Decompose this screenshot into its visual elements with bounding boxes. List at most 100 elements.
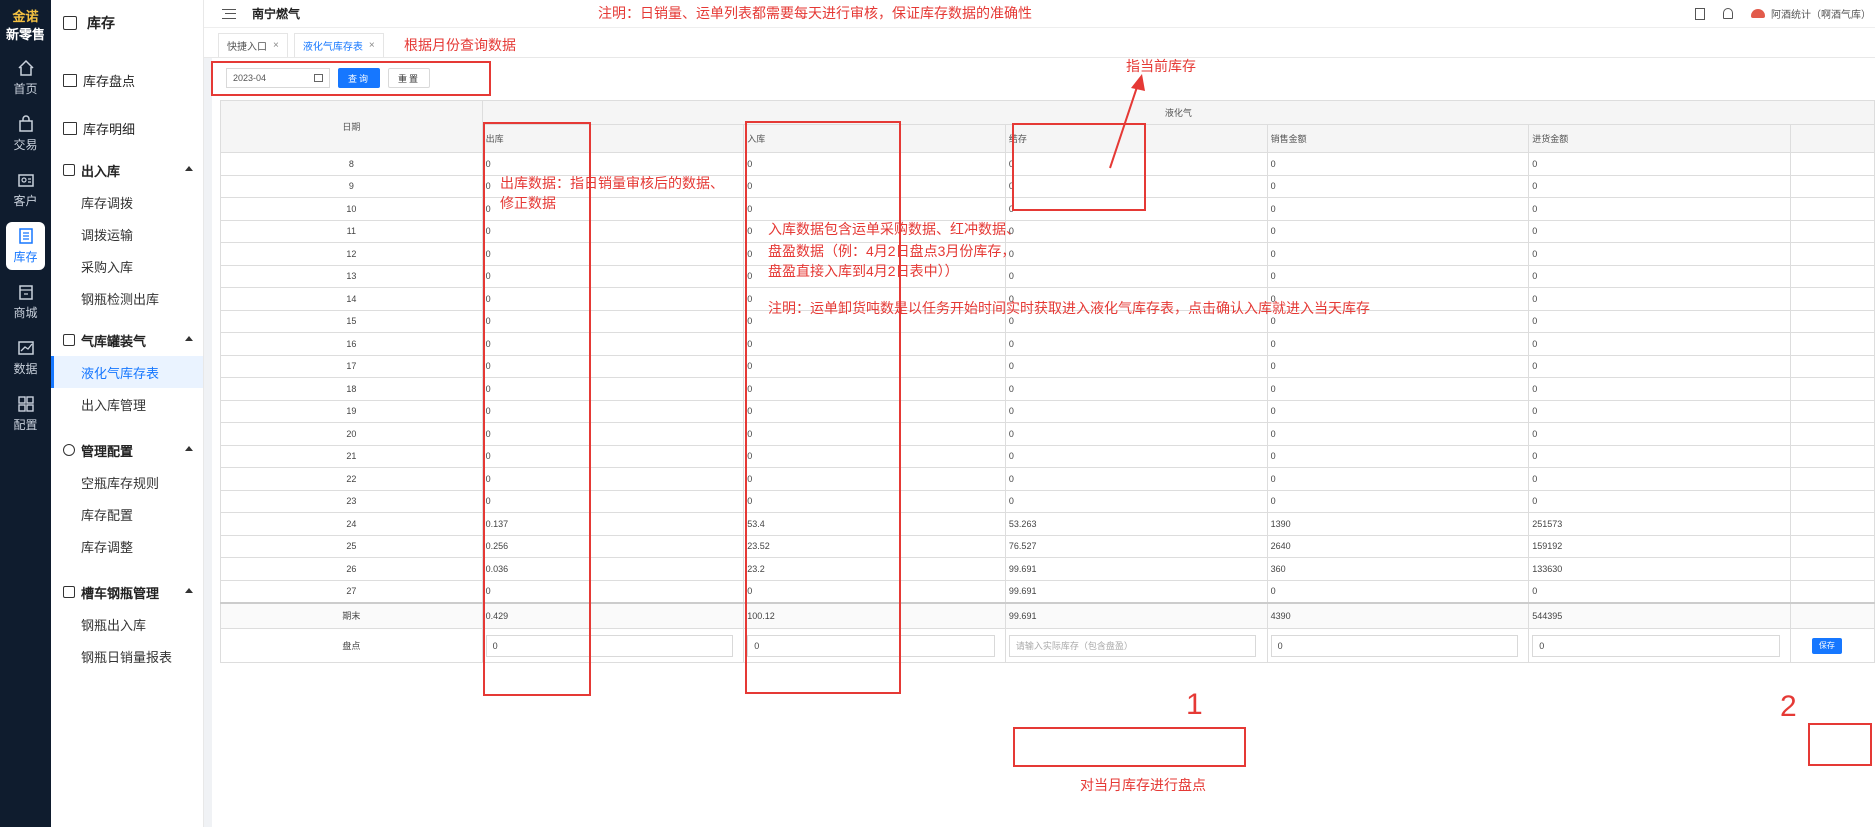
table-cell: 0 xyxy=(1004,489,1268,513)
table-cell: 0 xyxy=(1528,444,1791,468)
annotation-out-note-2: 修正数据 xyxy=(500,195,556,211)
close-icon[interactable]: × xyxy=(369,40,375,51)
table-cell: 0 xyxy=(1004,444,1268,468)
table-cell: 0 xyxy=(1528,332,1791,356)
sidebar-item-cylinder-check-out[interactable]: 钢瓶检测出库 xyxy=(51,282,203,314)
sidebar-item-empty-bottle-rule[interactable]: 空瓶库存规则 xyxy=(51,466,203,498)
table-cell: 0 xyxy=(1004,399,1268,423)
sidebar-title-text: 库存 xyxy=(87,14,115,31)
rail-label: 数据 xyxy=(13,362,38,376)
table-cell xyxy=(1789,422,1875,446)
sidebar-item-in-out-manage[interactable]: 出入库管理 xyxy=(51,388,203,420)
table-cell xyxy=(1789,601,1875,629)
date-cell: 9 xyxy=(220,174,483,198)
column-header: 销售金额 xyxy=(1266,124,1530,153)
stocktake-purchase-input[interactable]: 0 xyxy=(1532,634,1780,657)
tab-lpg-stock[interactable]: 液化气库存表 × xyxy=(293,33,384,57)
lpg-group-header: 液化气 xyxy=(481,100,1875,125)
rail-item-store[interactable]: 商城 xyxy=(0,274,51,330)
group-label: 槽车钢瓶管理 xyxy=(81,585,160,601)
sidebar-item-stock-detail[interactable]: 库存明细 xyxy=(51,108,203,148)
table-cell: 76.527 xyxy=(1004,534,1268,558)
sidebar-item-stock-config[interactable]: 库存配置 xyxy=(51,498,203,530)
annotation-box-filter xyxy=(211,61,491,96)
user-menu[interactable]: 阿酒统计（啊酒气库） xyxy=(1751,6,1871,21)
annotation-box-actual-stock xyxy=(1013,727,1246,767)
sidebar-item-purchase-in[interactable]: 采购入库 xyxy=(51,250,203,282)
annotation-number-1: 1 xyxy=(1186,688,1203,721)
table-cell: 0 xyxy=(1266,242,1530,266)
date-cell: 17 xyxy=(220,354,483,378)
annotation-top-note: 注明：日销量、运单列表都需要每天进行审核，保证库存数据的准确性 xyxy=(598,5,1032,21)
sidebar-group-config[interactable]: 管理配置 xyxy=(51,434,203,466)
sidebar-item-cylinder-daily-sales[interactable]: 钢瓶日销量报表 xyxy=(51,640,203,672)
sidebar-group-tanker[interactable]: 槽车钢瓶管理 xyxy=(51,576,203,608)
table-cell: 0 xyxy=(1266,579,1530,603)
close-icon[interactable]: × xyxy=(273,40,279,51)
sidebar-item-transfer-transport[interactable]: 调拨运输 xyxy=(51,218,203,250)
table-cell: 0 xyxy=(1266,377,1530,401)
table-cell: 0 xyxy=(1004,422,1268,446)
sidebar-group-in-out[interactable]: 出入库 xyxy=(51,154,203,186)
chevron-up-icon xyxy=(185,336,193,341)
rail-item-trade[interactable]: 交易 xyxy=(0,106,51,162)
tab-label: 快捷入口 xyxy=(227,42,267,53)
id-card-icon xyxy=(17,171,35,189)
rail-item-config[interactable]: 配置 xyxy=(0,386,51,442)
inventory-icon xyxy=(17,227,35,245)
bell-icon[interactable] xyxy=(1723,8,1733,19)
rail-item-home[interactable]: 首页 xyxy=(0,50,51,106)
sidebar-item-transfer[interactable]: 库存调拨 xyxy=(51,186,203,218)
actual-stock-input[interactable]: 请输入实际库存（包含盘盈） xyxy=(1008,634,1257,657)
table-cell xyxy=(1789,219,1875,243)
sidebar-item-stock-adjust[interactable]: 库存调整 xyxy=(51,530,203,562)
chevron-up-icon xyxy=(185,166,193,171)
table-row: 22 0 0 0 0 0 xyxy=(220,467,1875,491)
date-cell: 10 xyxy=(220,197,483,221)
date-cell: 16 xyxy=(220,332,483,356)
table-row: 11 0 0 0 0 0 xyxy=(220,219,1875,243)
annotation-number-2: 2 xyxy=(1780,690,1797,723)
sidebar-item-stocktake[interactable]: 库存盘点 xyxy=(51,60,203,100)
table-cell: 0 xyxy=(1528,377,1791,401)
stocktake-sales-input[interactable]: 0 xyxy=(1270,634,1518,657)
top-bar: 南宁燃气 阿酒统计（啊酒气库） xyxy=(204,0,1875,28)
date-cell: 21 xyxy=(220,444,483,468)
user-name: 阿酒统计（啊酒气库） xyxy=(1771,10,1871,21)
rail-item-data[interactable]: 数据 xyxy=(0,330,51,386)
date-cell: 23 xyxy=(220,489,483,513)
chevron-up-icon xyxy=(185,588,193,593)
annotation-box-in xyxy=(745,121,901,694)
save-button[interactable]: 保存 xyxy=(1811,637,1842,654)
company-name: 南宁燃气 xyxy=(252,7,301,21)
table-cell: 0 xyxy=(1528,354,1791,378)
date-cell: 24 xyxy=(220,512,483,536)
top-right-tools: 阿酒统计（啊酒气库） xyxy=(1695,6,1871,21)
tab-quick-entry[interactable]: 快捷入口 × xyxy=(218,33,288,57)
rail-item-inventory[interactable]: 库存 xyxy=(6,222,45,270)
table-cell xyxy=(1789,242,1875,266)
table-cell: 99.691 xyxy=(1004,557,1268,581)
date-cell: 12 xyxy=(220,242,483,266)
sidebar-item-cylinder-in-out[interactable]: 钢瓶出入库 xyxy=(51,608,203,640)
menu-toggle-icon[interactable] xyxy=(222,8,236,19)
table-cell: 0 xyxy=(1266,467,1530,491)
annotation-out-note-1: 出库数据：指日销量审核后的数据、 xyxy=(500,175,724,191)
rail-item-customer[interactable]: 客户 xyxy=(0,162,51,218)
date-cell: 8 xyxy=(220,152,483,176)
document-icon[interactable] xyxy=(1695,7,1705,20)
table-cell: 0 xyxy=(1004,467,1268,491)
location-icon xyxy=(63,334,75,346)
table-cell xyxy=(1789,332,1875,356)
date-cell: 18 xyxy=(220,377,483,401)
sidebar-item-lpg-stock[interactable]: 液化气库存表 xyxy=(51,356,203,388)
table-cell: 0 xyxy=(1528,264,1791,288)
table-cell: 0 xyxy=(1528,467,1791,491)
stocktake-label: 盘点 xyxy=(220,628,483,663)
table-cell: 0 xyxy=(1266,219,1530,243)
table-cell: 0 xyxy=(1528,174,1791,198)
table-cell: 99.691 xyxy=(1004,579,1268,603)
sidebar-group-gas-depot[interactable]: 气库罐装气 xyxy=(51,324,203,356)
rail-label: 客户 xyxy=(13,194,38,208)
stocktake-row: 盘点 0 0 请输入实际库存（包含盘盈） 0 0 保存 xyxy=(220,628,1875,663)
